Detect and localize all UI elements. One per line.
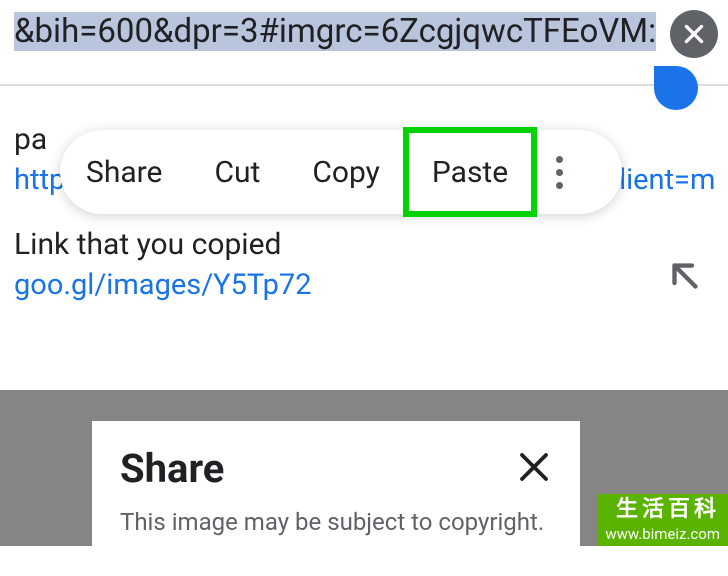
address-bar[interactable]: &bih=600&dpr=3#imgrc=6ZcgjqwcTFEoVM:: [0, 0, 728, 86]
text-context-menu: Share Cut Copy Paste: [60, 130, 622, 214]
share-sheet-subtitle: This image may be subject to copyright.: [120, 508, 552, 536]
share-sheet: Share This image may be subject to copyr…: [92, 421, 580, 576]
cut-button[interactable]: Cut: [188, 130, 286, 214]
copied-link-item[interactable]: Link that you copied goo.gl/images/Y5Tp7…: [14, 227, 714, 302]
close-button[interactable]: [516, 449, 552, 489]
copy-button[interactable]: Copy: [286, 130, 406, 214]
more-vertical-icon: [556, 156, 563, 189]
share-sheet-title: Share: [120, 445, 224, 492]
share-button[interactable]: Share: [60, 130, 188, 214]
url-text[interactable]: &bih=600&dpr=3#imgrc=6ZcgjqwcTFEoVM:: [14, 8, 658, 55]
copied-link-url: goo.gl/images/Y5Tp72: [14, 268, 714, 302]
more-options-button[interactable]: [534, 130, 585, 214]
watermark: 生活百科 www.bimeiz.com: [597, 494, 728, 546]
watermark-line1: 生活百科: [605, 496, 720, 525]
paste-button[interactable]: Paste: [406, 130, 534, 214]
clear-icon[interactable]: [670, 10, 718, 58]
copied-link-title: Link that you copied: [14, 227, 714, 262]
watermark-line2: www.bimeiz.com: [605, 525, 720, 545]
insert-arrow-icon[interactable]: [664, 255, 714, 305]
